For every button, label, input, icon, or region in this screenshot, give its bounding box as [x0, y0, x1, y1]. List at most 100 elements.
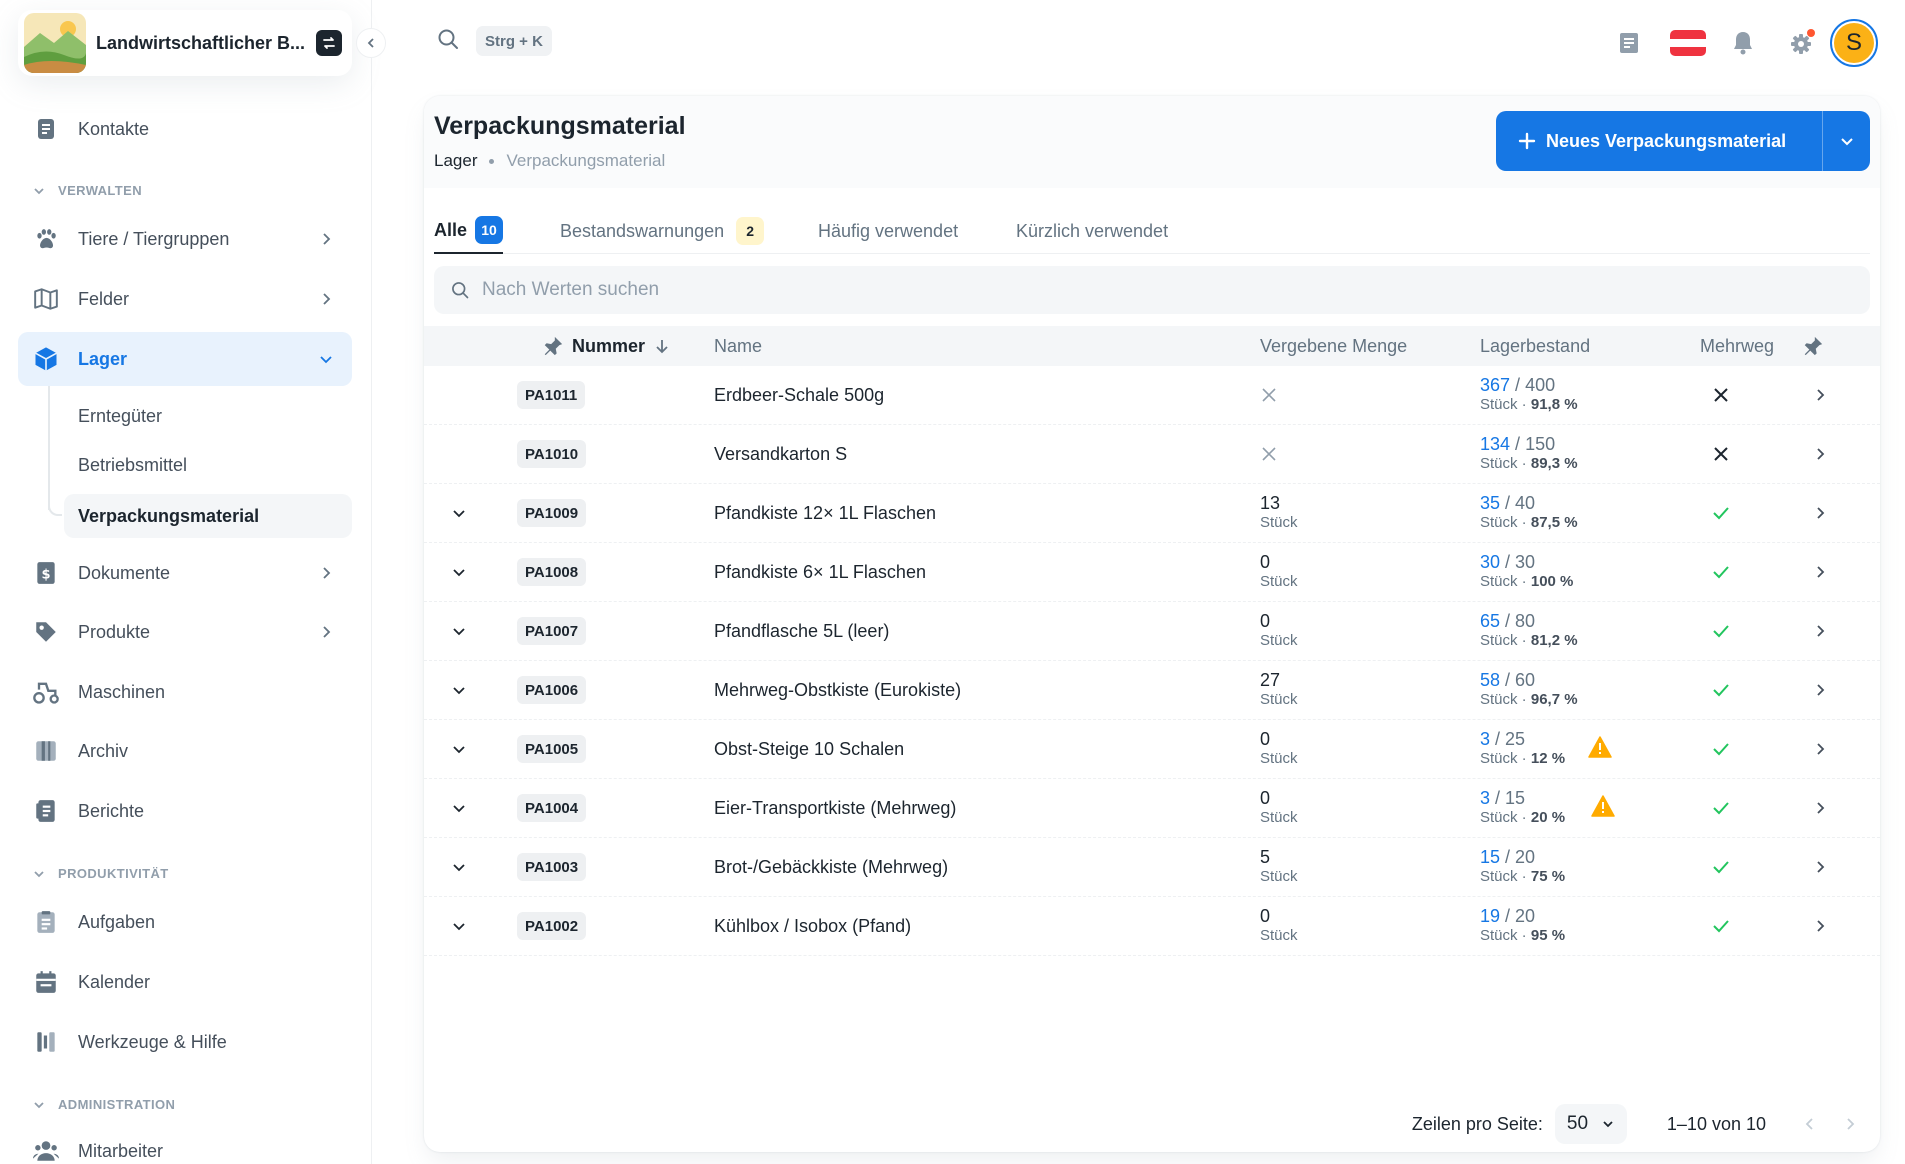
settings-gear-icon[interactable] — [1784, 26, 1818, 60]
stock-current-link[interactable]: 367 — [1480, 375, 1510, 395]
sidebar-item-tasks[interactable]: Aufgaben — [18, 895, 352, 949]
column-header-assigned[interactable]: Vergebene Menge — [1260, 326, 1407, 366]
table-row[interactable]: PA1009 Pfandkiste 12× 1L Flaschen 13 Stück 3… — [424, 484, 1880, 543]
stock-current-link[interactable]: 30 — [1480, 552, 1500, 572]
avatar-initial: S — [1834, 23, 1874, 63]
tab-frequently-used[interactable]: Häufig verwendet — [818, 208, 958, 254]
table-row[interactable]: PA1007 Pfandflasche 5L (leer) 0 Stück 65 / 8… — [424, 602, 1880, 661]
stock-total: 25 — [1505, 729, 1526, 749]
expand-row-chevron-icon[interactable] — [450, 720, 474, 778]
workspace-switcher[interactable]: Landwirtschaftlicher B... — [18, 10, 352, 76]
table-search-field[interactable] — [434, 266, 1870, 314]
column-header-stock[interactable]: Lagerbestand — [1480, 326, 1590, 366]
sidebar-item-archive[interactable]: Archiv — [18, 724, 352, 778]
sidebar-item-products[interactable]: Produkte — [18, 605, 352, 659]
unit-label: Stück — [1480, 573, 1518, 590]
previous-page-button[interactable] — [1790, 1104, 1830, 1144]
search-input[interactable] — [482, 279, 1082, 301]
sidebar-item-lager[interactable]: Lager — [18, 332, 352, 386]
chevron-right-icon — [314, 287, 338, 311]
stock-current-link[interactable]: 35 — [1480, 493, 1500, 513]
stock-current-link[interactable]: 65 — [1480, 611, 1500, 631]
unit-label: Stück — [1260, 691, 1298, 708]
open-details-chevron-icon[interactable] — [1808, 678, 1832, 702]
global-search[interactable]: Strg + K — [436, 26, 552, 56]
sidebar-item-tools[interactable]: Werkzeuge & Hilfe — [18, 1015, 352, 1069]
rows-per-page-select[interactable]: 50 — [1554, 1104, 1627, 1144]
sidebar-item-contacts[interactable]: Kontakte — [18, 102, 352, 156]
tab-all[interactable]: Alle 10 — [434, 208, 504, 254]
sidebar-subitem-packaging[interactable]: Verpackungsmaterial — [64, 494, 352, 538]
expand-row-chevron-icon[interactable] — [450, 897, 474, 955]
tab-stock-warnings[interactable]: Bestandswarnungen 2 — [560, 208, 765, 254]
open-details-chevron-icon[interactable] — [1808, 914, 1832, 938]
unit-label: Stück — [1480, 691, 1518, 708]
item-name: Pfandflasche 5L (leer) — [714, 620, 890, 641]
sidebar-item-animals[interactable]: Tiere / Tiergruppen — [18, 212, 352, 266]
open-details-chevron-icon[interactable] — [1808, 560, 1832, 584]
table-row[interactable]: PA1004 Eier-Transportkiste (Mehrweg) 0 Stüc… — [424, 779, 1880, 838]
expand-row-chevron-icon[interactable] — [450, 779, 474, 837]
open-details-chevron-icon[interactable] — [1808, 383, 1832, 407]
chevron-right-icon — [314, 561, 338, 585]
open-details-chevron-icon[interactable] — [1808, 619, 1832, 643]
unit-label: Stück — [1260, 632, 1298, 649]
expand-row-chevron-icon[interactable] — [450, 838, 474, 896]
section-produktivitaet[interactable]: PRODUKTIVITÄT — [32, 866, 169, 881]
stock-current-link[interactable]: 58 — [1480, 670, 1500, 690]
open-details-chevron-icon[interactable] — [1808, 737, 1832, 761]
table-row[interactable]: PA1003 Brot-/Gebäckkiste (Mehrweg) 5 Stück 1… — [424, 838, 1880, 897]
column-header-number[interactable]: Nummer — [542, 326, 671, 366]
stock-current-link[interactable]: 15 — [1480, 847, 1500, 867]
table-row[interactable]: PA1011 Erdbeer-Schale 500g 367 / 400 Stück … — [424, 366, 1880, 425]
language-flag-austria-icon[interactable] — [1668, 26, 1708, 60]
sidebar-item-machines[interactable]: Maschinen — [18, 665, 352, 719]
sidebar-item-reports[interactable]: Berichte — [18, 784, 352, 838]
breadcrumb-link-lager[interactable]: Lager — [434, 151, 477, 171]
docs-icon[interactable] — [1612, 26, 1646, 60]
switch-workspace-icon[interactable] — [316, 30, 342, 56]
column-header-reusable[interactable]: Mehrweg — [1700, 326, 1774, 366]
stock-level: 367 / 400 Stück · 91,8 % — [1480, 375, 1578, 413]
sidebar-item-fields[interactable]: Felder — [18, 272, 352, 326]
section-administration[interactable]: ADMINISTRATION — [32, 1097, 175, 1112]
expand-row-chevron-icon[interactable] — [450, 661, 474, 719]
table-row[interactable]: PA1006 Mehrweg-Obstkiste (Eurokiste) 27 Stü… — [424, 661, 1880, 720]
expand-row-chevron-icon[interactable] — [450, 484, 474, 542]
sidebar-subitem-supplies[interactable]: Betriebsmittel — [64, 443, 352, 487]
pin-column-icon[interactable] — [1802, 326, 1824, 366]
open-details-chevron-icon[interactable] — [1808, 855, 1832, 879]
table-row[interactable]: PA1005 Obst-Steige 10 Schalen 0 Stück 3 / 25… — [424, 720, 1880, 779]
open-details-chevron-icon[interactable] — [1808, 442, 1832, 466]
open-details-chevron-icon[interactable] — [1808, 796, 1832, 820]
expand-row-chevron-icon[interactable] — [450, 543, 474, 601]
stock-current-link[interactable]: 19 — [1480, 906, 1500, 926]
column-header-name[interactable]: Name — [714, 326, 762, 366]
sidebar-subitem-harvest[interactable]: Erntegüter — [64, 394, 352, 438]
stock-current-link[interactable]: 134 — [1480, 434, 1510, 454]
stock-level: 3 / 25 Stück · 12 % — [1480, 729, 1566, 767]
user-avatar[interactable]: S — [1830, 19, 1878, 67]
table-row[interactable]: PA1002 Kühlbox / Isobox (Pfand) 0 Stück 19 /… — [424, 897, 1880, 956]
expand-row-chevron-icon[interactable] — [450, 602, 474, 660]
search-icon[interactable] — [436, 27, 460, 56]
next-page-button[interactable] — [1830, 1104, 1870, 1144]
table-row[interactable]: PA1008 Pfandkiste 6× 1L Flaschen 0 Stück 30 … — [424, 543, 1880, 602]
sidebar-item-documents[interactable]: $ Dokumente — [18, 546, 352, 600]
open-details-chevron-icon[interactable] — [1808, 501, 1832, 525]
filter-tabs: Alle 10 Bestandswarnungen 2 Häufig verwe… — [434, 208, 1870, 254]
bell-icon[interactable] — [1726, 26, 1760, 60]
stock-current-link[interactable]: 3 — [1480, 729, 1490, 749]
tab-recently-used[interactable]: Kürzlich verwendet — [1016, 208, 1168, 254]
sidebar-item-employees[interactable]: Mitarbeiter — [18, 1124, 352, 1164]
stock-current-link[interactable]: 3 — [1480, 788, 1490, 808]
section-verwalten[interactable]: VERWALTEN — [32, 183, 142, 198]
table-row[interactable]: PA1010 Versandkarton S 134 / 150 Stück · 89… — [424, 425, 1880, 484]
plus-icon — [1518, 132, 1536, 150]
breadcrumb-separator — [489, 158, 495, 164]
stock-percentage: 87,5 % — [1530, 514, 1578, 531]
new-packaging-dropdown-button[interactable] — [1822, 111, 1870, 171]
new-packaging-button[interactable]: Neues Verpackungsmaterial — [1496, 131, 1822, 152]
sidebar-item-calendar[interactable]: Kalender — [18, 955, 352, 1009]
collapse-sidebar-button[interactable] — [356, 28, 386, 58]
